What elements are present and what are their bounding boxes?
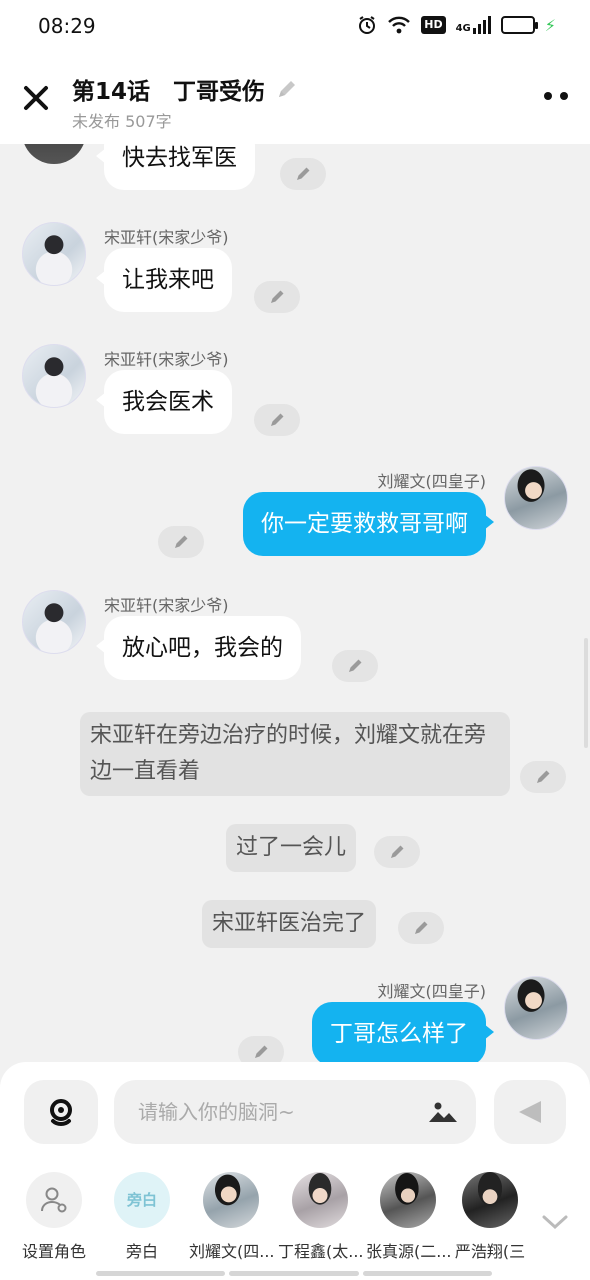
status-icons: HD 4G ⚡ [357, 14, 556, 36]
pencil-icon [271, 413, 284, 426]
role-narration-button[interactable]: 旁白 旁白 [100, 1172, 184, 1262]
signal-icon: 4G [456, 16, 491, 34]
status-bar: 08:29 HD 4G ⚡ [0, 0, 590, 52]
chevron-down-icon[interactable] [540, 1212, 570, 1232]
close-button[interactable] [20, 82, 52, 114]
avatar[interactable] [22, 344, 86, 408]
sender-name: 宋亚轩(宋家少爷) [104, 228, 229, 247]
message-bubble[interactable]: 丁哥怎么样了 [312, 1002, 494, 1064]
chapter-title[interactable]: 第14话 丁哥受伤 [72, 72, 299, 106]
scrollbar[interactable] [584, 638, 588, 748]
role-label: 丁程鑫(太... [278, 1242, 362, 1261]
more-icon-dot [544, 92, 552, 100]
edit-title-icon[interactable] [275, 77, 299, 101]
scroll-track [96, 1271, 492, 1276]
voice-button[interactable] [24, 1080, 98, 1144]
edit-message-button[interactable] [374, 836, 420, 868]
sender-name: 宋亚轩(宋家少爷) [104, 350, 229, 369]
sender-name: 宋亚轩(宋家少爷) [104, 596, 229, 615]
role-avatar [380, 1172, 436, 1228]
avatar[interactable] [504, 466, 568, 530]
edit-message-button[interactable] [398, 912, 444, 944]
role-label: 张真源(二... [366, 1242, 450, 1261]
network-type: 4G [455, 23, 471, 34]
composer: 设置角色 旁白 旁白 刘耀文(四... 丁程鑫(太... 张真源(二... 严浩… [0, 1062, 590, 1280]
narration-block[interactable]: 过了一会儿 [226, 824, 357, 872]
pencil-icon [175, 535, 188, 548]
role-character-button[interactable]: 刘耀文(四... [189, 1172, 273, 1262]
voice-icon [50, 1099, 72, 1126]
edit-message-button[interactable] [280, 158, 326, 190]
role-character-button[interactable]: 丁程鑫(太... [278, 1172, 362, 1262]
pencil-icon [349, 659, 362, 672]
chat-area[interactable]: 快去找军医 宋亚轩(宋家少爷) 让我来吧 宋亚轩(宋家少爷) 我会医术 刘耀文(… [0, 144, 590, 1064]
role-avatar: 旁白 [114, 1172, 170, 1228]
avatar[interactable] [22, 144, 86, 164]
story-input[interactable] [114, 1080, 476, 1144]
editor-header: 第14话 丁哥受伤 未发布 507字 [0, 52, 590, 144]
role-selector: 设置角色 旁白 旁白 刘耀文(四... 丁程鑫(太... 张真源(二... 严浩… [0, 1172, 590, 1272]
battery-icon [500, 16, 538, 34]
pencil-icon [271, 290, 284, 303]
role-character-button[interactable]: 张真源(二... [366, 1172, 450, 1262]
narration-block[interactable]: 宋亚轩在旁边治疗的时候，刘耀文就在旁边一直看着 [80, 712, 510, 796]
message-bubble[interactable]: 你一定要救救哥哥啊 [243, 492, 494, 556]
role-label: 设置角色 [21, 1242, 86, 1261]
role-label: 严浩翔(三 [454, 1242, 526, 1261]
avatar[interactable] [504, 976, 568, 1040]
hd-icon: HD [421, 16, 446, 34]
edit-message-button[interactable] [254, 404, 300, 436]
edit-message-button[interactable] [238, 1036, 284, 1064]
message-bubble[interactable]: 快去找军医 [96, 144, 255, 190]
wifi-icon [388, 16, 411, 34]
role-avatar [26, 1172, 82, 1228]
edit-message-button[interactable] [254, 281, 300, 313]
user-settings-icon [41, 1187, 67, 1213]
pencil-icon [537, 770, 550, 783]
edit-message-button[interactable] [520, 761, 566, 793]
pencil-icon [255, 1045, 268, 1058]
send-button[interactable] [494, 1080, 566, 1144]
avatar[interactable] [22, 222, 86, 286]
edit-message-button[interactable] [158, 526, 204, 558]
track-segment [229, 1271, 359, 1276]
edit-message-button[interactable] [332, 650, 378, 682]
charging-icon: ⚡ [544, 15, 556, 35]
role-label: 旁白 [125, 1242, 158, 1261]
message-bubble[interactable]: 让我来吧 [96, 248, 232, 312]
role-character-button[interactable]: 严浩翔(三 [454, 1172, 526, 1262]
avatar[interactable] [22, 590, 86, 654]
track-segment [362, 1271, 492, 1276]
sender-name: 刘耀文(四皇子) [377, 982, 487, 1001]
role-setting-button[interactable]: 设置角色 [12, 1172, 96, 1262]
send-icon [519, 1101, 541, 1123]
publish-status: 未发布 507字 [72, 112, 172, 131]
role-label: 刘耀文(四... [189, 1242, 273, 1261]
close-icon [24, 86, 48, 110]
alarm-icon [359, 16, 376, 34]
image-icon[interactable] [428, 1100, 458, 1124]
message-bubble[interactable]: 我会医术 [96, 370, 232, 434]
pencil-icon [415, 921, 428, 934]
more-button[interactable] [544, 92, 568, 100]
track-segment [96, 1271, 226, 1276]
narration-block[interactable]: 宋亚轩医治完了 [202, 900, 377, 948]
role-avatar [462, 1172, 518, 1228]
clock: 08:29 [38, 14, 96, 38]
chapter-title-text: 第14话 丁哥受伤 [72, 79, 266, 105]
pencil-icon [391, 845, 404, 858]
pencil-icon [297, 167, 310, 180]
sender-name: 刘耀文(四皇子) [377, 472, 487, 491]
role-avatar [292, 1172, 348, 1228]
more-icon-dot [560, 92, 568, 100]
role-avatar [203, 1172, 259, 1228]
message-bubble[interactable]: 放心吧，我会的 [96, 616, 301, 680]
